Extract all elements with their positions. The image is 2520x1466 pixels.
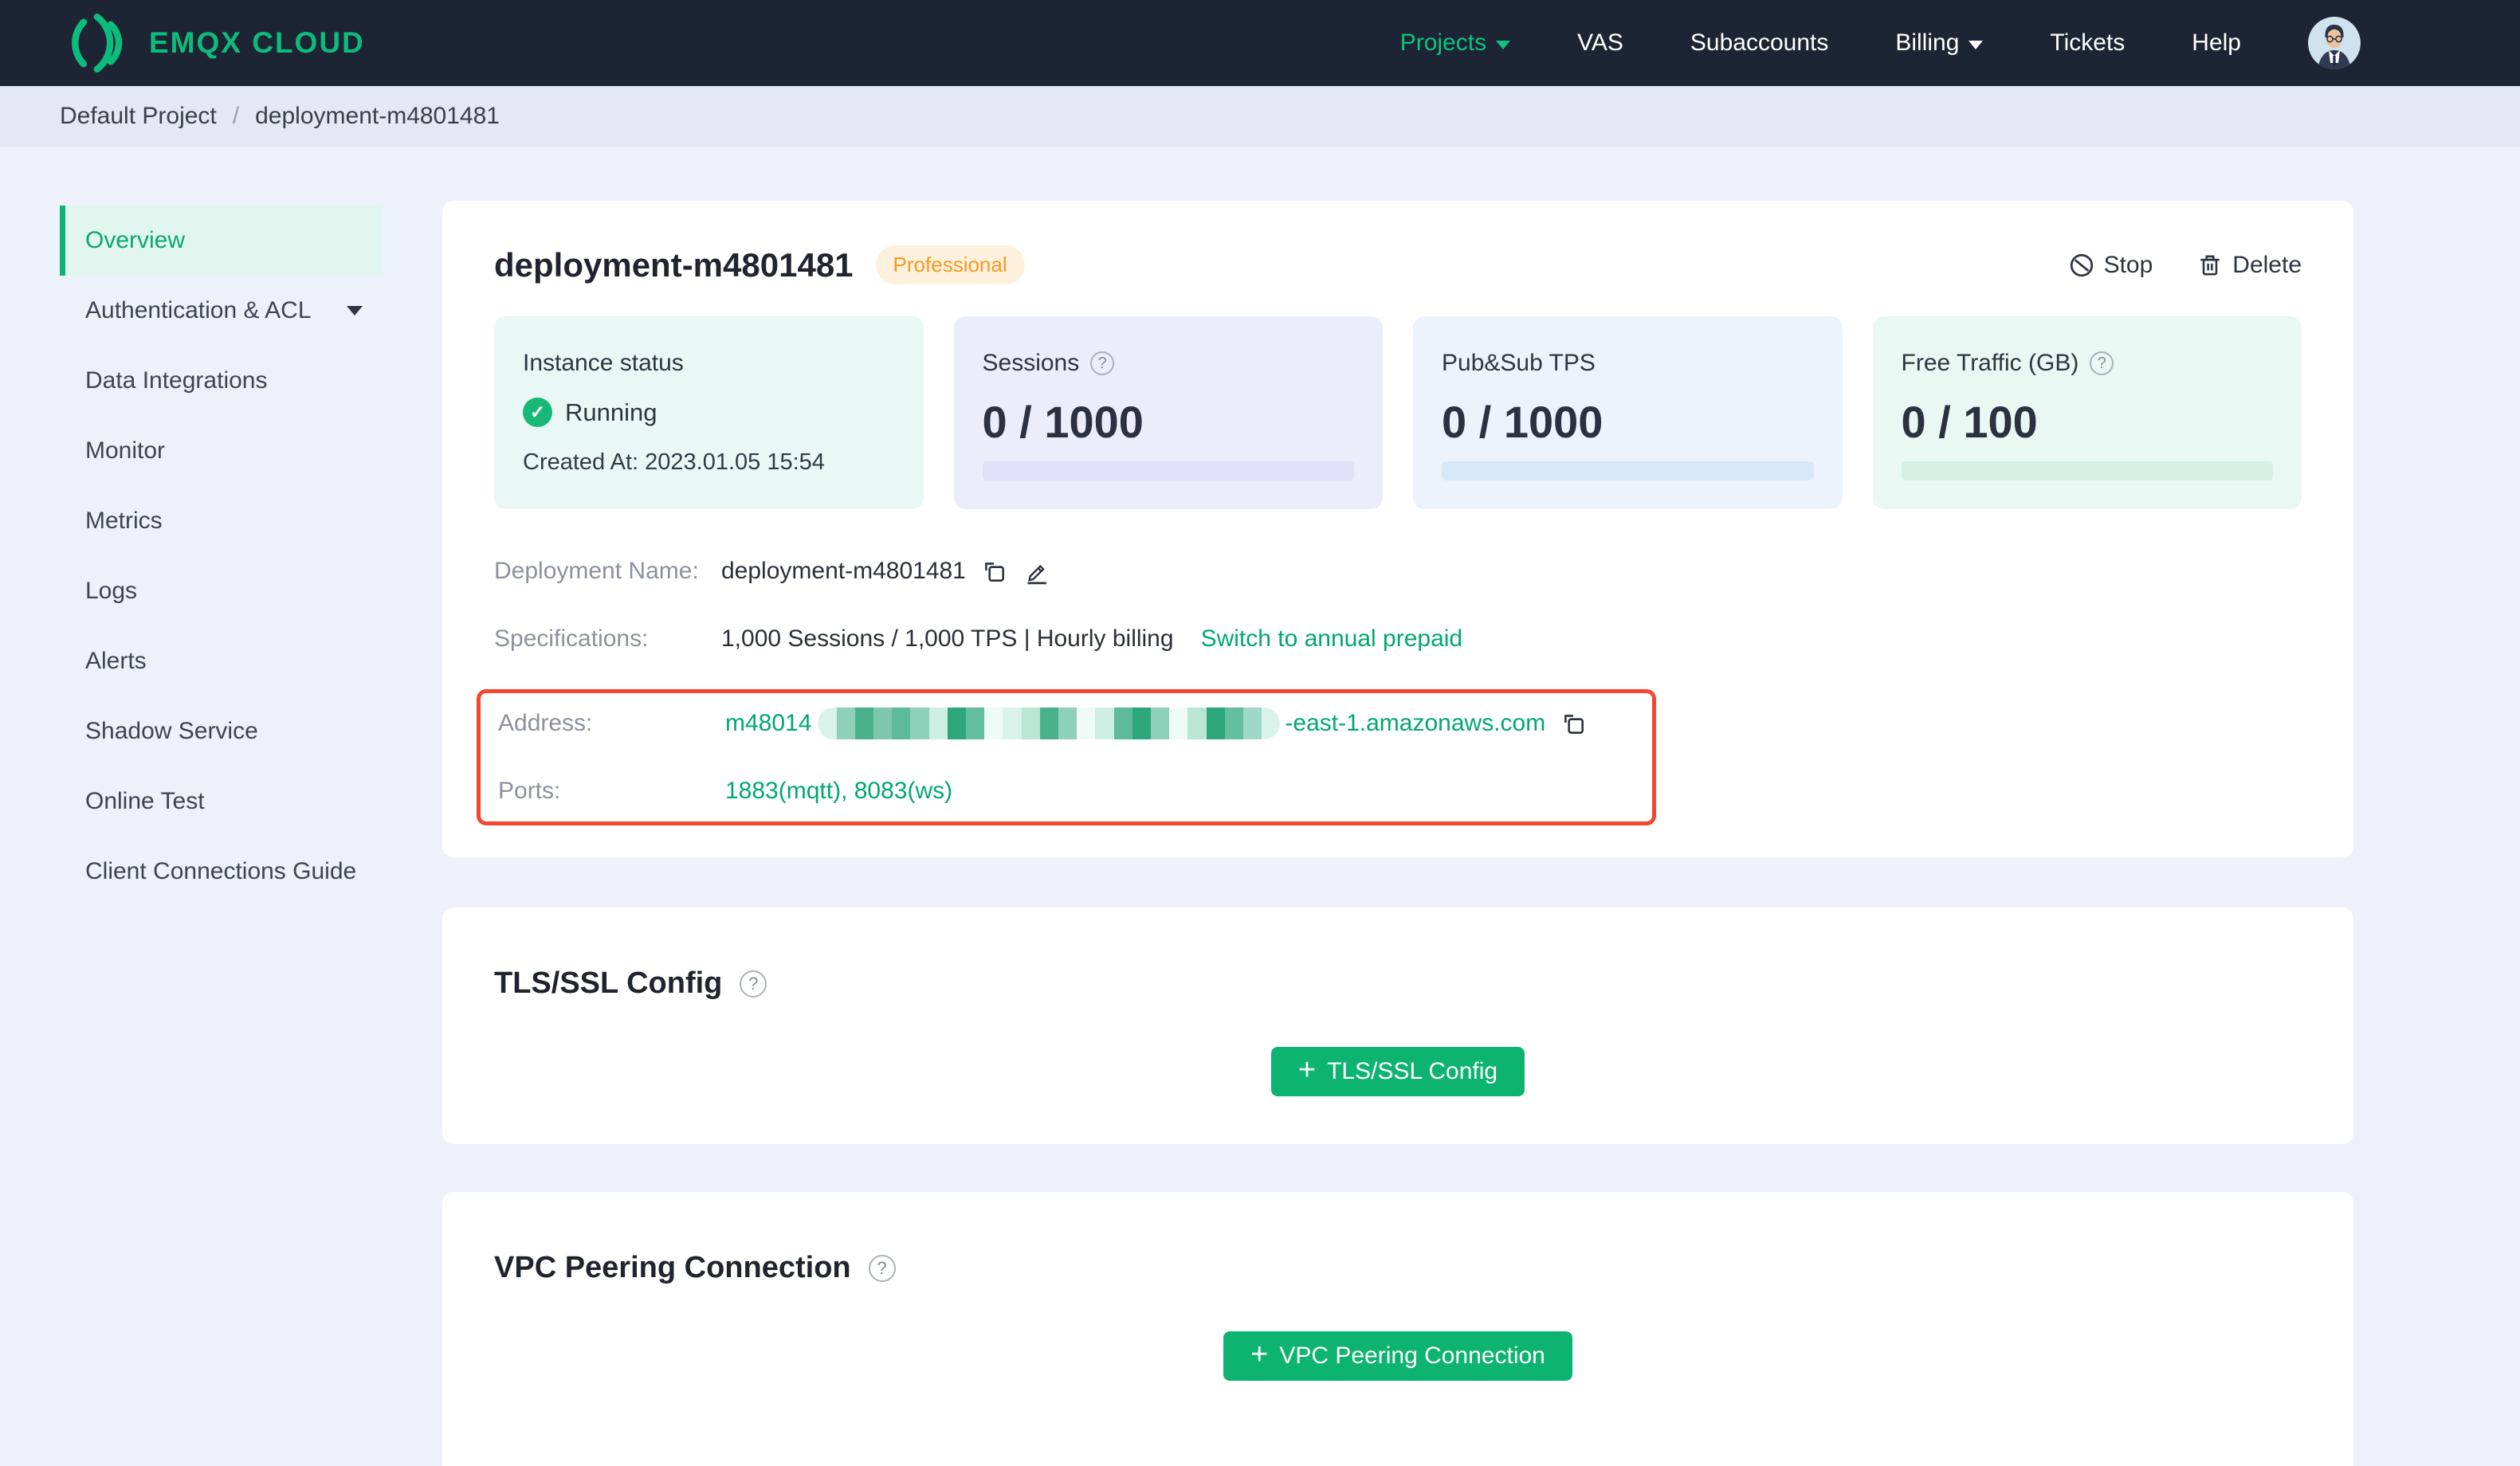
sidebar-item-online-test[interactable]: Online Test bbox=[60, 766, 383, 837]
breadcrumb-project[interactable]: Default Project bbox=[60, 103, 217, 130]
instance-status-value: Running bbox=[565, 398, 657, 426]
help-question-icon[interactable]: ? bbox=[1090, 351, 1115, 375]
copy-icon[interactable] bbox=[1560, 710, 1587, 737]
chevron-down-icon bbox=[347, 306, 363, 316]
deployment-name-row: Deployment Name: deployment-m4801481 bbox=[494, 554, 2302, 589]
main-content: deployment-m4801481 Professional Stop De… bbox=[442, 147, 2353, 1466]
sidebar-item-logs[interactable]: Logs bbox=[60, 556, 383, 626]
top-navigation: Projects VAS Subaccounts Billing Tickets… bbox=[1400, 17, 2520, 69]
specifications-value: 1,000 Sessions / 1,000 TPS | Hourly bill… bbox=[721, 625, 1174, 652]
help-question-icon[interactable]: ? bbox=[740, 970, 767, 998]
address-suffix: -east-1.amazonaws.com bbox=[1285, 710, 1546, 736]
sessions-value: 0 / 1000 bbox=[982, 397, 1144, 447]
instance-status-card: Instance status ✓ Running Created At: 20… bbox=[494, 316, 924, 509]
running-check-icon: ✓ bbox=[523, 398, 552, 427]
ports-value: 1883(mqtt), 8083(ws) bbox=[725, 778, 953, 804]
traffic-progress-bar bbox=[1901, 461, 2273, 480]
sidebar-item-alerts[interactable]: Alerts bbox=[60, 626, 383, 696]
help-question-icon[interactable]: ? bbox=[2090, 351, 2114, 375]
instance-status-label: Instance status bbox=[523, 350, 684, 376]
sidebar-item-authentication-acl[interactable]: Authentication & ACL bbox=[60, 276, 383, 346]
tps-progress-bar bbox=[1442, 461, 1814, 480]
specifications-row: Specifications: 1,000 Sessions / 1,000 T… bbox=[494, 621, 2302, 657]
free-traffic-card: Free Traffic (GB) ? 0 / 100 bbox=[1872, 316, 2302, 509]
sidebar-item-monitor[interactable]: Monitor bbox=[60, 416, 383, 486]
vpc-peering-card: VPC Peering Connection ? + VPC Peering C… bbox=[442, 1192, 2353, 1466]
deployment-title: deployment-m4801481 bbox=[494, 245, 854, 284]
nav-subaccounts[interactable]: Subaccounts bbox=[1690, 29, 1828, 57]
nav-projects[interactable]: Projects bbox=[1400, 29, 1511, 57]
sidebar-item-overview[interactable]: Overview bbox=[60, 206, 383, 276]
sidebar: Overview Authentication & ACL Data Integ… bbox=[0, 147, 442, 1466]
chevron-down-icon bbox=[1969, 40, 1984, 49]
topbar: EMQX CLOUD Projects VAS Subaccounts Bill… bbox=[0, 0, 2520, 86]
switch-annual-prepaid-link[interactable]: Switch to annual prepaid bbox=[1201, 625, 1463, 653]
vpc-peering-title: VPC Peering Connection bbox=[494, 1251, 851, 1284]
address-mosaic bbox=[818, 708, 1281, 739]
add-tls-ssl-config-button[interactable]: + TLS/SSL Config bbox=[1270, 1047, 1525, 1096]
copy-icon[interactable] bbox=[980, 558, 1007, 585]
address-prefix: m48014 bbox=[725, 710, 812, 736]
address-row: Address: m48014 -east-1.amazonaws.com bbox=[498, 706, 1652, 741]
brand[interactable]: EMQX CLOUD bbox=[60, 11, 365, 75]
stop-icon bbox=[2070, 253, 2093, 276]
plus-icon: + bbox=[1250, 1338, 1269, 1371]
breadcrumb: Default Project / deployment-m4801481 bbox=[0, 86, 2520, 147]
edit-icon[interactable] bbox=[1022, 558, 1049, 585]
sessions-progress-bar bbox=[982, 461, 1354, 480]
created-at: Created At: 2023.01.05 15:54 bbox=[523, 449, 825, 475]
help-question-icon[interactable]: ? bbox=[868, 1254, 896, 1282]
tps-value: 0 / 1000 bbox=[1442, 397, 1603, 447]
nav-vas[interactable]: VAS bbox=[1577, 29, 1623, 57]
deployment-overview-card: deployment-m4801481 Professional Stop De… bbox=[442, 201, 2353, 857]
chevron-down-icon bbox=[1496, 40, 1511, 49]
person-icon bbox=[2308, 17, 2361, 69]
deployment-name-label: Deployment Name: bbox=[494, 558, 699, 584]
ports-row: Ports: 1883(mqtt), 8083(ws) bbox=[498, 774, 1652, 809]
address-label: Address: bbox=[498, 710, 593, 736]
sidebar-item-shadow-service[interactable]: Shadow Service bbox=[60, 696, 383, 766]
delete-button[interactable]: Delete bbox=[2197, 252, 2302, 279]
deployment-name-value: deployment-m4801481 bbox=[721, 558, 966, 584]
nav-tickets[interactable]: Tickets bbox=[2050, 29, 2125, 57]
brand-name: EMQX CLOUD bbox=[149, 26, 365, 59]
ports-label: Ports: bbox=[498, 778, 561, 804]
sidebar-item-data-integrations[interactable]: Data Integrations bbox=[60, 346, 383, 416]
traffic-label: Free Traffic (GB) bbox=[1901, 350, 2079, 376]
add-vpc-peering-button[interactable]: + VPC Peering Connection bbox=[1223, 1331, 1572, 1381]
specifications-label: Specifications: bbox=[494, 625, 649, 652]
tps-label: Pub&Sub TPS bbox=[1442, 350, 1596, 376]
emqx-logo-icon bbox=[72, 13, 123, 73]
trash-icon bbox=[2200, 255, 2220, 275]
pubsub-tps-card: Pub&Sub TPS 0 / 1000 bbox=[1413, 316, 1843, 509]
tls-ssl-card: TLS/SSL Config ? + TLS/SSL Config bbox=[442, 907, 2353, 1144]
annotation-highlight-box: Address: m48014 -east-1.amazonaws.com Po… bbox=[477, 689, 1656, 825]
plus-icon: + bbox=[1297, 1053, 1317, 1087]
stop-button[interactable]: Stop bbox=[2069, 252, 2153, 279]
nav-billing[interactable]: Billing bbox=[1895, 29, 1984, 57]
traffic-value: 0 / 100 bbox=[1901, 397, 2038, 447]
sessions-card: Sessions ? 0 / 1000 bbox=[953, 316, 1383, 509]
sidebar-item-client-connections-guide[interactable]: Client Connections Guide bbox=[60, 837, 383, 907]
user-avatar[interactable] bbox=[2308, 17, 2361, 69]
plan-badge: Professional bbox=[875, 245, 1025, 284]
breadcrumb-deployment: deployment-m4801481 bbox=[255, 103, 500, 129]
sidebar-item-metrics[interactable]: Metrics bbox=[60, 486, 383, 556]
tls-ssl-title: TLS/SSL Config bbox=[494, 966, 723, 1000]
breadcrumb-separator: / bbox=[232, 103, 240, 129]
nav-help[interactable]: Help bbox=[2192, 29, 2241, 57]
sessions-label: Sessions bbox=[982, 350, 1080, 376]
